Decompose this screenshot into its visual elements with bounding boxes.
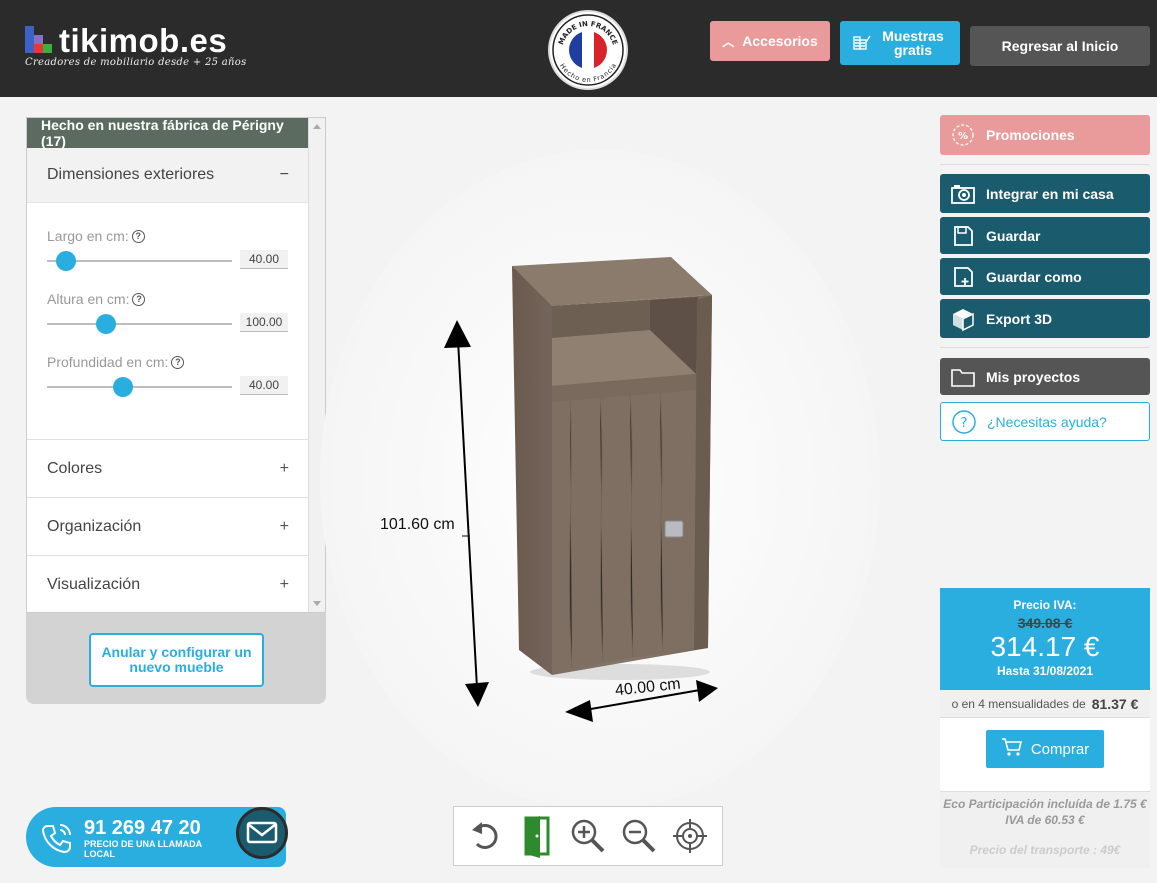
svg-text:%: % [958,131,968,142]
phone-subtitle: PRECIO DE UNA LLAMADA LOCAL [84,839,202,859]
export-3d-button[interactable]: Export 3D [940,299,1150,338]
price-label: Precio IVA: [1013,598,1077,612]
monthly-amount: 81.37 € [1091,695,1139,712]
camera-icon [940,183,986,205]
old-price: 349.08 € [1017,615,1073,631]
eco-participation: Eco Participación incluída de 1.75 € [943,797,1147,811]
email-button[interactable] [236,807,288,859]
phone-contact-widget[interactable]: 91 269 47 20 PRECIO DE UNA LLAMADA LOCAL [26,807,288,867]
transport-price: Precio del transporte : 49€ [969,843,1121,857]
height-dimension-label: 101.60 cm [380,516,455,533]
zoom-out-icon[interactable] [617,814,661,858]
mail-icon [246,821,278,844]
percent-icon: % [940,123,986,147]
cube-icon [940,306,986,332]
svg-text:?: ? [961,416,968,431]
door-handle [664,520,684,538]
guardar-como-button[interactable]: Guardar como [940,258,1150,295]
price-header: Precio IVA: 349.08 € 314.17 € Hasta 31/0… [940,588,1150,690]
cart-icon [1001,737,1023,761]
target-icon[interactable] [668,814,712,858]
buy-button[interactable]: Comprar [986,730,1104,768]
current-price: 314.17 € [990,631,1100,662]
iva-amount: IVA de 60.53 € [1005,813,1085,827]
door-icon[interactable] [515,814,559,858]
phone-number[interactable]: 91 269 47 20 [84,817,201,840]
zoom-in-icon[interactable] [566,814,610,858]
promociones-button[interactable]: % Promociones [940,115,1150,155]
save-as-icon [940,266,986,288]
rotate-icon[interactable] [464,814,508,858]
integrar-en-casa-button[interactable]: Integrar en mi casa [940,174,1150,213]
help-circle-icon: ? [941,409,987,435]
monthly-payment: o en 4 mensualidades de 81.37 € [940,690,1150,718]
price-valid-until: Hasta 31/08/2021 [996,664,1094,678]
guardar-button[interactable]: Guardar [940,217,1150,254]
mis-proyectos-button[interactable]: Mis proyectos [940,358,1150,395]
ayuda-button[interactable]: ? ¿Necesitas ayuda? [940,402,1150,441]
price-notes: Eco Participación incluída de 1.75 € IVA… [940,791,1150,868]
folder-icon [940,366,986,388]
price-box: Precio IVA: 349.08 € 314.17 € Hasta 31/0… [940,588,1150,868]
view-toolbar [453,806,723,866]
save-icon [940,225,986,247]
phone-icon [40,821,74,860]
